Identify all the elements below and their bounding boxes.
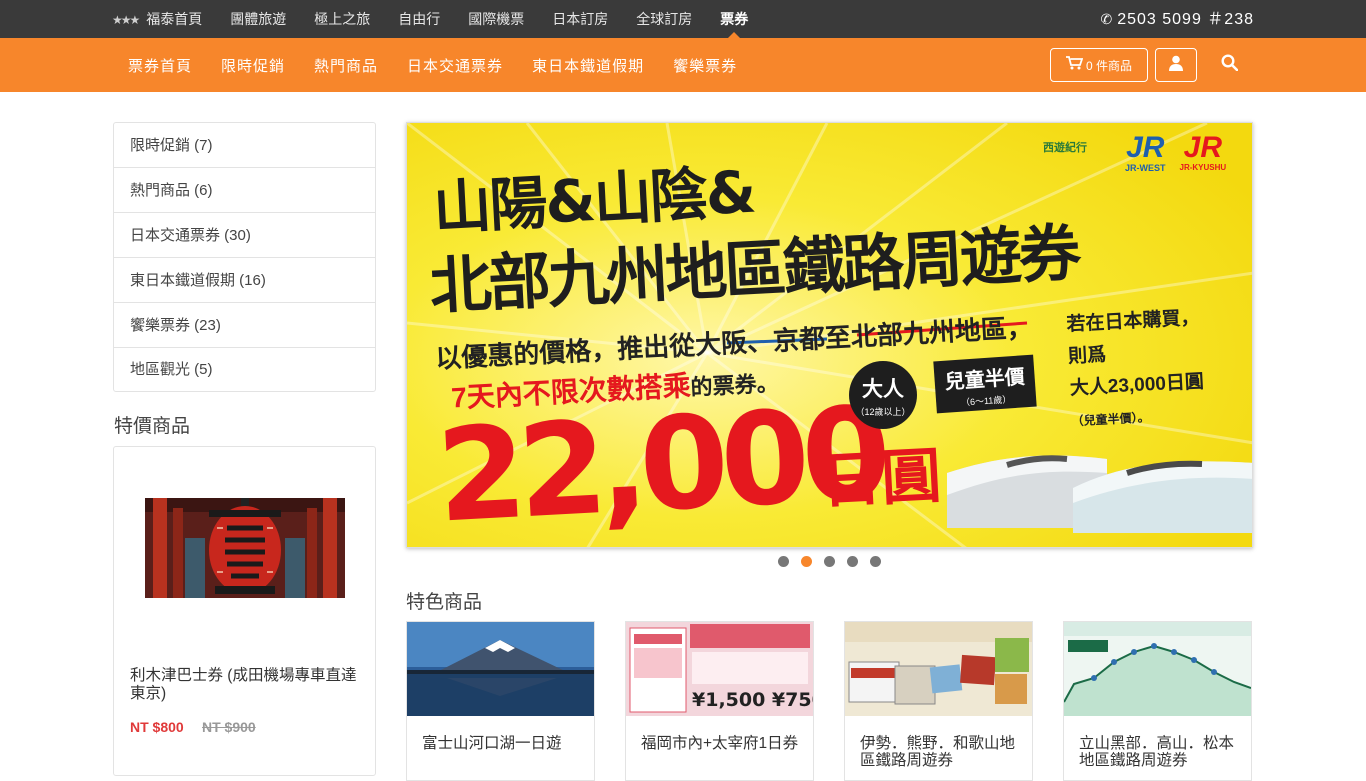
top-nav-item-flights[interactable]: 國際機票 (468, 0, 524, 38)
phone-number[interactable]: ✆ 2503 5099 ＃238 (1100, 0, 1254, 38)
banner-price-unit: 日圓 (819, 440, 944, 518)
featured-product-image[interactable] (1064, 622, 1251, 716)
special-product-old-price: NT $900 (202, 719, 256, 735)
partner-logos: 西遊紀行 JR JR-WEST JR JR-KYUSHU (1019, 131, 1227, 174)
featured-product-image[interactable]: ¥1,500 ¥750 (626, 622, 813, 716)
top-bar: ★★★ 福泰首頁 團體旅遊 極上之旅 自由行 國際機票 日本訂房 全球訂房 票券 … (0, 0, 1366, 38)
svg-text:¥1,500 ¥750: ¥1,500 ¥750 (692, 689, 813, 711)
cart-count-label: 0 件商品 (1085, 58, 1132, 73)
special-product-image[interactable] (145, 498, 345, 598)
jr-west-mark: JR (1126, 131, 1165, 164)
special-products-heading: 特價商品 (114, 416, 191, 437)
featured-product-name[interactable]: 福岡市內+太宰府1日券 (641, 735, 801, 752)
top-nav-item-luxury[interactable]: 極上之旅 (314, 0, 370, 38)
phone-icon: ✆ (1100, 11, 1114, 27)
featured-product-name[interactable]: 富士山河口湖一日遊 (422, 735, 582, 752)
user-account-button[interactable] (1155, 48, 1197, 82)
category-dining[interactable]: 饗樂票券 (23) (114, 303, 375, 348)
category-japan-transport[interactable]: 日本交通票券 (30) (114, 213, 375, 258)
carousel-dot-1[interactable] (778, 556, 789, 567)
carousel-dot-4[interactable] (847, 556, 858, 567)
category-sightseeing[interactable]: 地區觀光 (5) (114, 348, 375, 391)
top-nav-item-tickets[interactable]: 票券 (720, 0, 748, 38)
adult-label: 大人 (862, 378, 904, 401)
top-nav-item-free-travel[interactable]: 自由行 (398, 0, 440, 38)
carousel-dot-2[interactable] (801, 556, 812, 567)
cart-icon (1065, 56, 1084, 74)
banner-note: 若在日本購買， 則爲 大人23,000日圓 （兒童半價）。 (1066, 301, 1242, 438)
search-button[interactable] (1212, 48, 1246, 82)
top-nav-item-japan-hotel[interactable]: 日本訂房 (552, 0, 608, 38)
sub-nav-item-dining[interactable]: 饗樂票券 (673, 55, 737, 76)
saiyu-logo: 西遊紀行 (1043, 142, 1087, 154)
category-list: 限時促銷 (7) 熱門商品 (6) 日本交通票券 (30) 東日本鐵道假期 (1… (113, 122, 376, 392)
featured-product-card[interactable]: 立山黑部．高山．松本地區鐵路周遊券 (1063, 621, 1252, 781)
banner-price: 22,000 (433, 379, 887, 548)
featured-product-image[interactable] (845, 622, 1032, 716)
adult-badge: 大人 （12歲以上） (849, 361, 917, 429)
special-product-card[interactable]: 利木津巴士券 (成田機場專車直達東京) NT $800 NT $900 (113, 446, 376, 776)
cart-button[interactable]: 0 件商品 (1050, 48, 1148, 82)
top-nav: ★★★ 福泰首頁 團體旅遊 極上之旅 自由行 國際機票 日本訂房 全球訂房 票券 (112, 0, 776, 38)
child-label: 兒童半價 (944, 366, 1026, 394)
featured-product-card[interactable]: 富士山河口湖一日遊 (406, 621, 595, 781)
carousel-dot-5[interactable] (870, 556, 881, 567)
category-east-japan-rail[interactable]: 東日本鐵道假期 (16) (114, 258, 375, 303)
sub-nav: 票券首頁 限時促銷 熱門商品 日本交通票券 東日本鐵道假期 饗樂票券 (128, 38, 766, 92)
top-nav-item-global-hotel[interactable]: 全球訂房 (636, 0, 692, 38)
user-icon (1169, 55, 1183, 76)
adult-age: （12歲以上） (855, 407, 911, 417)
search-icon (1220, 54, 1238, 76)
carousel-dots (778, 556, 893, 567)
jr-west-logo: JR JR-WEST (1125, 131, 1166, 174)
jr-kyushu-mark: JR (1183, 131, 1223, 164)
featured-product-name[interactable]: 立山黑部．高山．松本地區鐵路周遊券 (1079, 735, 1239, 769)
top-nav-item-home[interactable]: ★★★ 福泰首頁 (112, 0, 202, 38)
sub-nav-item-japan-transport[interactable]: 日本交通票券 (407, 55, 503, 76)
special-product-price: NT $800 (130, 719, 184, 735)
featured-products-heading: 特色商品 (406, 592, 483, 613)
carousel-dot-3[interactable] (824, 556, 835, 567)
category-popular[interactable]: 熱門商品 (6) (114, 168, 375, 213)
featured-product-name[interactable]: 伊勢．熊野．和歌山地區鐵路周遊券 (860, 735, 1020, 769)
jr-kyushu-logo: JR JR-KYUSHU (1179, 131, 1227, 173)
featured-product-card[interactable]: 伊勢．熊野．和歌山地區鐵路周遊券 (844, 621, 1033, 781)
sub-nav-item-ticket-home[interactable]: 票券首頁 (128, 55, 192, 76)
category-flash-sale[interactable]: 限時促銷 (7) (114, 123, 375, 168)
stars-logo-icon: ★★★ (112, 13, 140, 27)
jr-kyushu-text: JR-KYUSHU (1179, 163, 1227, 172)
sub-nav-bar: 票券首頁 限時促銷 熱門商品 日本交通票券 東日本鐵道假期 饗樂票券 0 件商品 (0, 38, 1366, 92)
top-nav-item-group-tour[interactable]: 團體旅遊 (230, 0, 286, 38)
sub-nav-item-popular[interactable]: 熱門商品 (314, 55, 378, 76)
hero-banner[interactable]: 西遊紀行 JR JR-WEST JR JR-KYUSHU 山陽&山陰& 北部九州… (406, 122, 1253, 548)
special-product-name[interactable]: 利木津巴士券 (成田機場專車直達東京) (130, 667, 360, 703)
sub-nav-item-east-japan-rail[interactable]: 東日本鐵道假期 (532, 55, 644, 76)
child-badge: 兒童半價 （6～11歲） (933, 354, 1037, 414)
sub-nav-item-flash-sale[interactable]: 限時促銷 (221, 55, 285, 76)
featured-product-card[interactable]: ¥1,500 ¥750 福岡市內+太宰府1日券 (625, 621, 814, 781)
jr-west-text: JR-WEST (1125, 163, 1166, 173)
featured-product-image[interactable] (407, 622, 594, 716)
